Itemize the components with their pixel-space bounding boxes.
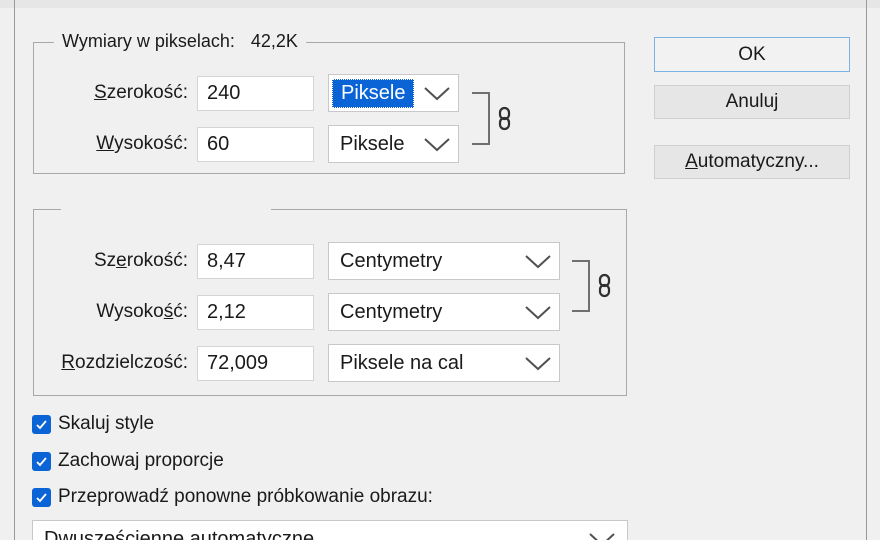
dialog-top-strip xyxy=(0,0,880,8)
pixel-height-unit-select[interactable]: Piksele xyxy=(328,125,459,163)
doc-constrain-bracket xyxy=(572,260,590,312)
auto-button[interactable]: Automatyczny... xyxy=(654,145,850,179)
resolution-label: Rozdzielczość: xyxy=(61,352,188,373)
pixel-width-input[interactable]: 240 xyxy=(197,76,314,111)
chevron-down-icon xyxy=(525,306,551,320)
dialog-right-border xyxy=(866,0,867,540)
checkbox-checked xyxy=(32,451,51,471)
checkbox-checked xyxy=(32,414,51,434)
doc-height-input[interactable]: 2,12 xyxy=(197,295,314,330)
pixel-width-label: Szerokość: xyxy=(94,82,188,103)
pixel-height-input[interactable]: 60 xyxy=(197,127,314,162)
resample-method-value: Dwusześcienne automatyczne xyxy=(44,528,315,540)
resample-method-select[interactable]: Dwusześcienne automatyczne xyxy=(32,520,628,540)
chevron-down-icon xyxy=(589,533,615,540)
pixel-dimensions-legend: Wymiary w pikselach: 42,2K xyxy=(54,31,306,52)
pixel-height-label: Wysokość: xyxy=(96,133,188,154)
scale-styles-checkbox[interactable]: Skaluj style xyxy=(32,413,154,435)
constrain-proportions-label: Zachowaj proporcje xyxy=(58,450,224,471)
chevron-down-icon xyxy=(424,138,450,152)
doc-width-label: Szerokość: xyxy=(93,250,188,271)
pixel-width-unit-value: Piksele xyxy=(332,78,415,108)
document-size-legend xyxy=(61,199,271,219)
doc-height-label: Wysokość: xyxy=(96,301,188,322)
doc-width-input[interactable]: 8,47 xyxy=(197,244,314,279)
chain-link-icon[interactable] xyxy=(495,106,515,132)
chevron-down-icon xyxy=(525,255,551,269)
pixel-width-unit-select[interactable]: Piksele xyxy=(328,74,459,112)
auto-button-label: Automatyczny... xyxy=(685,151,819,172)
doc-height-unit-select[interactable]: Centymetry xyxy=(328,293,560,331)
ok-button[interactable]: OK xyxy=(654,37,850,72)
scale-styles-label: Skaluj style xyxy=(58,413,155,434)
chevron-down-icon xyxy=(424,87,450,101)
chevron-down-icon xyxy=(525,357,551,371)
checkbox-checked xyxy=(32,487,51,507)
pixel-constrain-bracket xyxy=(472,92,490,145)
chain-link-icon[interactable] xyxy=(595,273,615,299)
checkmark-icon xyxy=(36,492,47,502)
pixel-dimensions-size: 42,2K xyxy=(250,31,298,51)
checkmark-icon xyxy=(36,419,47,429)
doc-width-unit-select[interactable]: Centymetry xyxy=(328,242,560,280)
resample-checkbox[interactable]: Przeprowadź ponowne próbkowanie obrazu: xyxy=(32,486,433,508)
dialog-left-border xyxy=(14,0,15,540)
checkmark-icon xyxy=(36,456,47,466)
pixel-dimensions-label: Wymiary w pikselach: xyxy=(62,31,235,51)
constrain-proportions-checkbox[interactable]: Zachowaj proporcje xyxy=(32,450,224,472)
resolution-input[interactable]: 72,009 xyxy=(197,346,314,381)
resample-label: Przeprowadź ponowne próbkowanie obrazu: xyxy=(58,486,433,507)
resolution-unit-select[interactable]: Piksele na cal xyxy=(328,344,560,382)
cancel-button[interactable]: Anuluj xyxy=(654,85,850,119)
